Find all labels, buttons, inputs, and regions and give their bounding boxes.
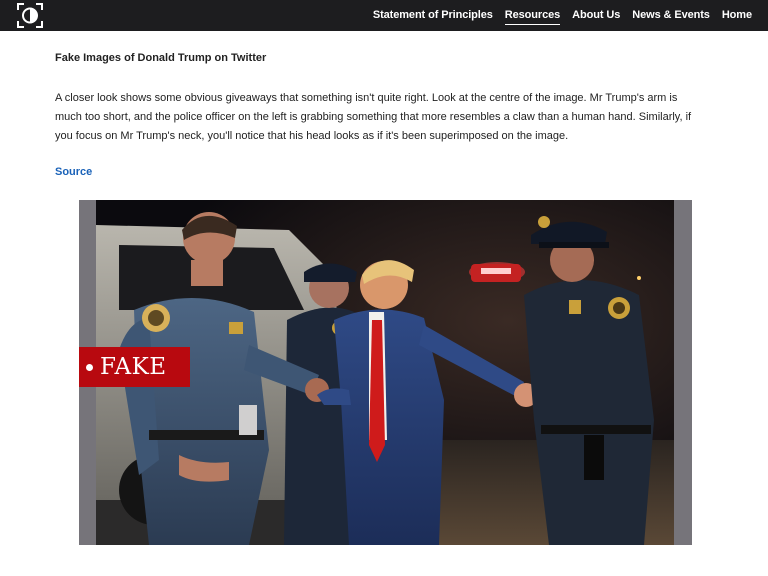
fake-label-text: FAKE [100, 354, 167, 380]
article-title: Fake Images of Donald Trump on Twitter [55, 52, 267, 64]
article-body: A closer look shows some obvious giveawa… [55, 92, 692, 142]
nav-home[interactable]: Home [722, 0, 752, 31]
fake-label-badge: FAKE [79, 347, 190, 387]
nav-statement-of-principles[interactable]: Statement of Principles [373, 0, 493, 31]
nav-about-us[interactable]: About Us [572, 0, 620, 31]
main-nav: Statement of Principles Resources About … [373, 0, 752, 31]
top-nav-bar: Statement of Principles Resources About … [0, 0, 768, 31]
source-link[interactable]: Source [55, 166, 92, 178]
bullet-icon [86, 363, 93, 371]
aperture-logo-icon[interactable] [16, 2, 44, 29]
nav-resources[interactable]: Resources [504, 0, 561, 31]
nav-news-events[interactable]: News & Events [632, 0, 710, 31]
